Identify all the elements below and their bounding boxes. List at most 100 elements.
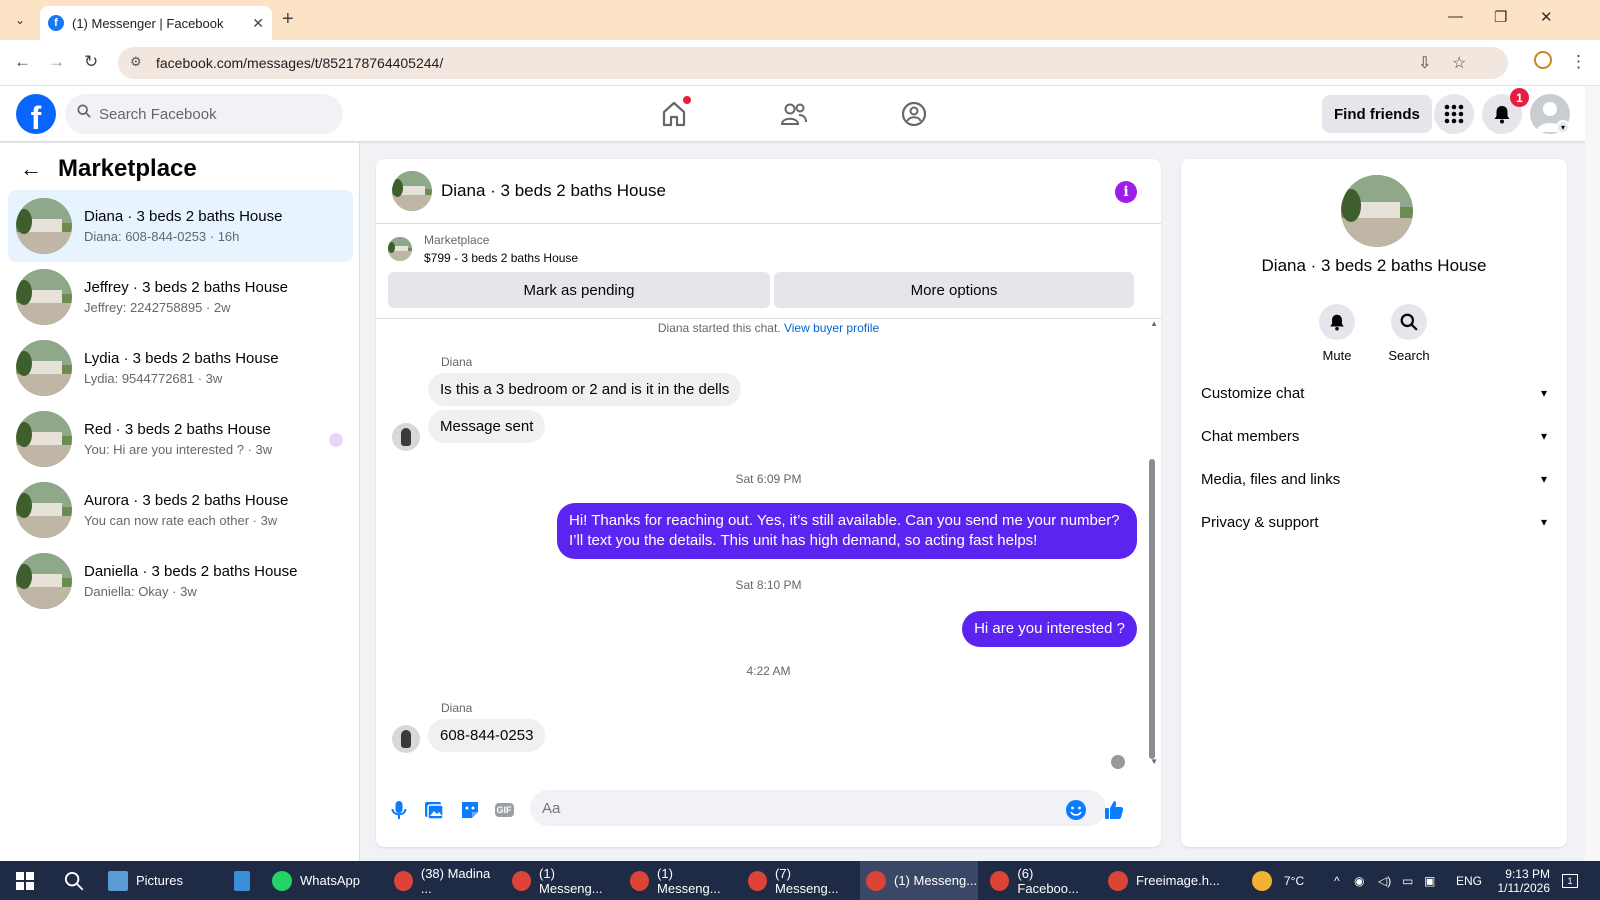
chat-item-aurora[interactable]: Aurora · 3 beds 2 baths House You can no… (8, 474, 353, 546)
grid-icon (1444, 104, 1464, 124)
scroll-down-icon[interactable]: ▼ (1150, 757, 1158, 766)
battery-icon[interactable]: ▭ (1402, 861, 1413, 900)
chevron-down-icon: ▾ (1540, 472, 1547, 486)
listing-summary[interactable]: Marketplace $799 - 3 beds 2 baths House (388, 233, 578, 265)
taskbar-chrome-window[interactable]: (38) Madina ... (388, 861, 500, 900)
url-field[interactable]: ⚙ facebook.com/messages/t/85217876440524… (118, 47, 1508, 79)
chat-members-section[interactable]: Chat members ▾ (1193, 415, 1555, 457)
taskbar-chrome-window[interactable]: Freeimage.h... (1102, 861, 1220, 900)
sender-avatar[interactable] (392, 423, 420, 451)
language-indicator[interactable]: ENG (1456, 861, 1482, 900)
search-in-chat-button[interactable]: Search (1379, 304, 1439, 363)
clock[interactable]: 9:13 PM 1/11/2026 (1490, 861, 1551, 900)
taskbar-label: Freeimage.h... (1136, 873, 1220, 888)
tray-whatsapp-icon[interactable]: ◉ (1354, 861, 1364, 900)
restore-icon[interactable]: ❐ (1494, 8, 1507, 26)
weather-icon (1252, 870, 1272, 891)
page-scrollbar[interactable] (1585, 86, 1600, 861)
media-files-links-section[interactable]: Media, files and links ▾ (1193, 458, 1555, 500)
chat-snippet: You: Hi are you interested ? · 3w (84, 442, 273, 457)
incoming-message[interactable]: Message sent (428, 410, 546, 443)
chat-item-diana[interactable]: Diana · 3 beds 2 baths House Diana: 608-… (8, 190, 353, 262)
browser-menu-icon[interactable]: ⋮ (1570, 52, 1587, 72)
taskbar-whatsapp[interactable]: WhatsApp (266, 861, 376, 900)
weather-widget[interactable]: 7°C (1252, 861, 1304, 900)
windows-taskbar: Pictures WhatsApp (38) Madina ... (1) Me… (0, 861, 1600, 900)
message-input[interactable] (530, 790, 1106, 826)
forward-arrow-icon[interactable]: → (48, 52, 65, 72)
sender-avatar[interactable] (392, 725, 420, 753)
customize-chat-section[interactable]: Customize chat ▾ (1193, 372, 1555, 414)
volume-icon[interactable]: ◁) (1378, 861, 1391, 900)
listing-price: $799 - 3 beds 2 baths House (424, 251, 579, 265)
facebook-search-input[interactable]: Search Facebook (65, 94, 343, 134)
taskbar-label: (1) Messeng... (894, 873, 978, 888)
taskbar-chrome-window[interactable]: (6) Faceboo... (984, 861, 1096, 900)
outgoing-message[interactable]: Hi! Thanks for reaching out. Yes, it’s s… (557, 503, 1137, 559)
reload-icon[interactable]: ↻ (84, 52, 98, 72)
marketplace-title: Marketplace (58, 155, 197, 182)
new-tab-icon[interactable]: + (282, 8, 294, 31)
info-icon[interactable]: i (1115, 181, 1137, 203)
chat-item-daniella[interactable]: Daniella · 3 beds 2 baths House Daniella… (8, 545, 353, 617)
minimize-icon[interactable]: — (1448, 8, 1463, 25)
bookmark-star-icon[interactable]: ☆ (1452, 53, 1466, 73)
notification-center-icon[interactable]: 1 (1562, 861, 1578, 900)
tray-chevron-icon[interactable]: ^ (1334, 861, 1340, 900)
back-arrow-icon[interactable]: ← (20, 156, 42, 182)
taskbar-chrome-window[interactable]: (7) Messeng... (742, 861, 854, 900)
facebook-logo-icon[interactable]: f (16, 94, 56, 134)
listing-thumbnail (16, 553, 72, 609)
find-friends-button[interactable]: Find friends (1322, 95, 1432, 133)
view-buyer-profile-link[interactable]: View buyer profile (784, 321, 879, 335)
windows-start-icon[interactable] (10, 861, 46, 900)
browser-tab[interactable]: f (1) Messenger | Facebook ✕ (40, 6, 272, 40)
chat-name: Aurora · 3 beds 2 baths House (84, 492, 289, 509)
marketplace-header: ← Marketplace (20, 155, 197, 183)
more-options-button[interactable]: More options (774, 272, 1134, 308)
mute-button[interactable]: Mute (1307, 304, 1367, 363)
incoming-message[interactable]: Is this a 3 bedroom or 2 and is it in th… (428, 373, 742, 406)
account-chevron-icon[interactable]: ▾ (1556, 120, 1570, 134)
privacy-support-section[interactable]: Privacy & support ▾ (1193, 501, 1555, 543)
message-scrollbar[interactable] (1149, 459, 1155, 759)
emoji-icon[interactable] (1065, 799, 1087, 821)
taskbar-chrome-window[interactable]: (1) Messeng... (506, 861, 618, 900)
taskbar-calculator-icon[interactable] (228, 861, 258, 900)
conversation-title[interactable]: Diana · 3 beds 2 baths House (441, 181, 666, 201)
thumbs-up-icon[interactable] (1103, 799, 1125, 821)
back-arrow-icon[interactable]: ← (14, 52, 31, 72)
section-label: Media, files and links (1201, 470, 1341, 488)
photo-icon[interactable] (423, 799, 445, 821)
listing-label: Marketplace (424, 233, 490, 247)
gif-icon[interactable]: GIF (493, 799, 515, 821)
tab-search-chevron-icon[interactable]: ⌄ (8, 8, 32, 32)
taskbar-pictures[interactable]: Pictures (102, 861, 212, 900)
outgoing-message[interactable]: Hi are you interested ? (962, 611, 1137, 647)
chrome-icon (630, 870, 650, 891)
chat-item-red[interactable]: Red · 3 beds 2 baths House You: Hi are y… (8, 403, 353, 475)
friends-icon[interactable] (778, 98, 810, 130)
window-close-icon[interactable]: ✕ (1540, 8, 1553, 26)
chat-item-jeffrey[interactable]: Jeffrey · 3 beds 2 baths House Jeffrey: … (8, 261, 353, 333)
scroll-up-icon[interactable]: ▲ (1150, 319, 1158, 328)
site-info-icon[interactable]: ⚙ (130, 54, 142, 70)
search-icon (1400, 313, 1418, 331)
microphone-icon[interactable] (388, 799, 410, 821)
chat-avatar[interactable] (1341, 175, 1413, 247)
chat-item-lydia[interactable]: Lydia · 3 beds 2 baths House Lydia: 9544… (8, 332, 353, 404)
profile-icon[interactable] (1534, 51, 1552, 69)
taskbar-chrome-window[interactable]: (1) Messeng... (624, 861, 736, 900)
install-app-icon[interactable]: ⇩ (1418, 53, 1431, 73)
network-icon[interactable]: ▣ (1424, 861, 1435, 900)
tab-close-icon[interactable]: ✕ (252, 15, 264, 32)
conversation-thumbnail[interactable] (392, 171, 432, 211)
incoming-message[interactable]: 608-844-0253 (428, 719, 546, 752)
menu-grid-button[interactable] (1434, 94, 1474, 134)
mark-as-pending-button[interactable]: Mark as pending (388, 272, 770, 308)
taskbar-search-icon[interactable] (58, 861, 94, 900)
taskbar-chrome-window-active[interactable]: (1) Messeng... (860, 861, 978, 900)
groups-icon[interactable] (898, 98, 930, 130)
chevron-down-icon: ▾ (1540, 515, 1547, 529)
sticker-icon[interactable] (459, 799, 481, 821)
